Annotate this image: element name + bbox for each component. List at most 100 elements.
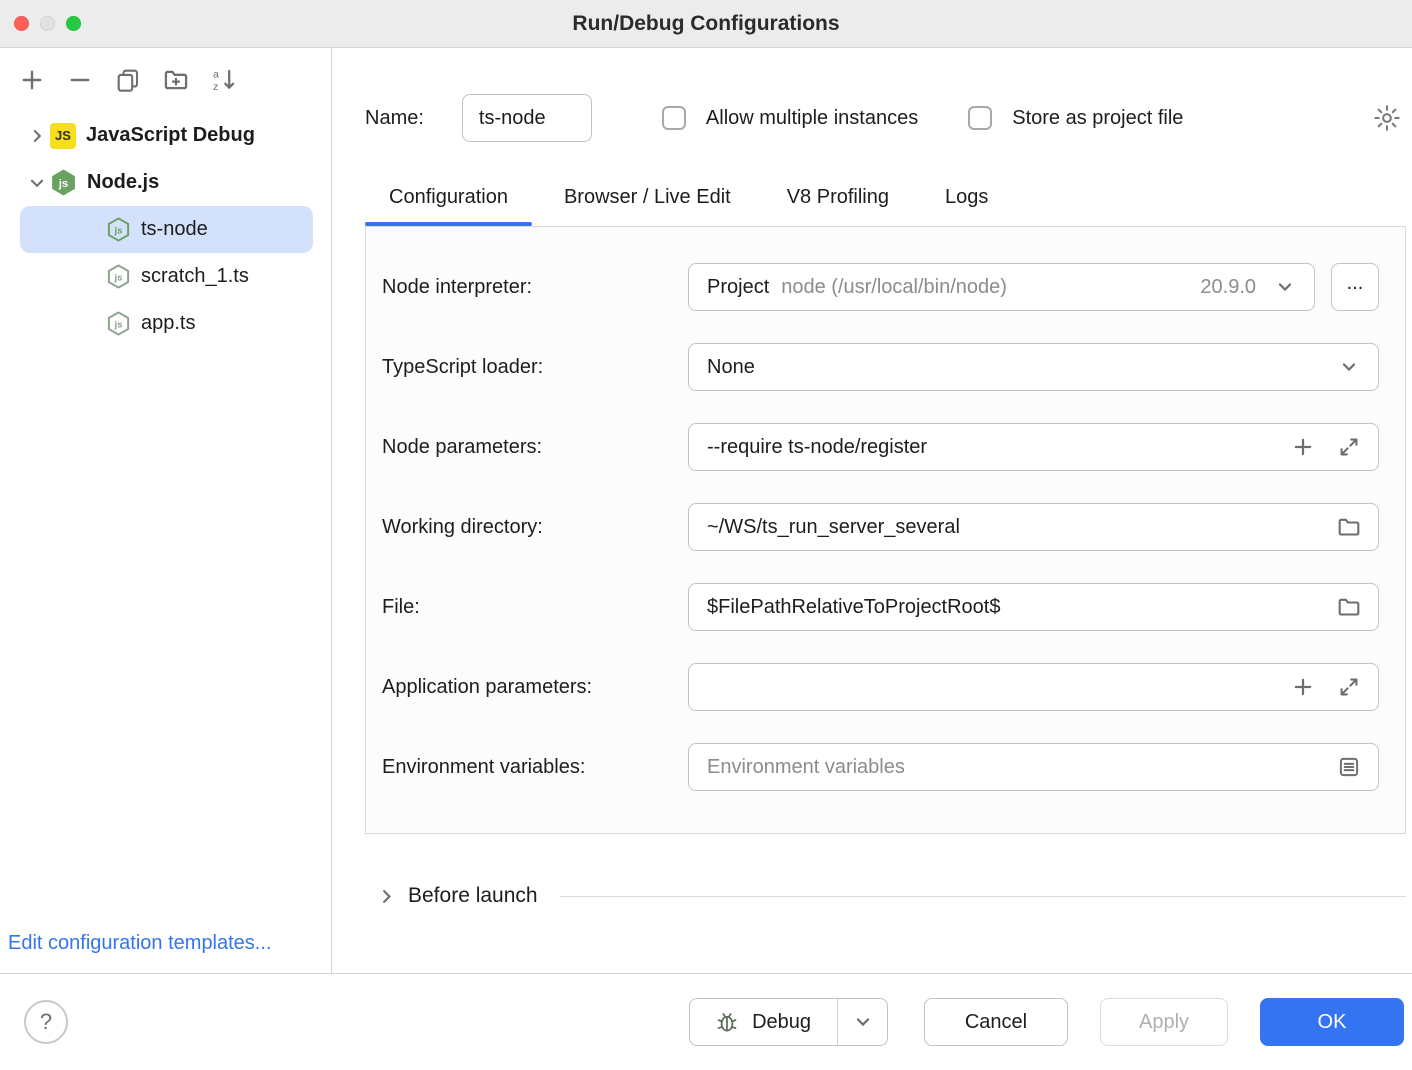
nodejs-config-icon: js <box>106 310 131 337</box>
tree-item-scratch-1-ts[interactable]: js scratch_1.ts <box>0 253 331 300</box>
file-label: File: <box>382 596 688 619</box>
edit-configuration-templates-link[interactable]: Edit configuration templates... <box>8 930 277 957</box>
expand-editor-icon[interactable] <box>1332 430 1366 464</box>
application-parameters-input[interactable] <box>688 663 1379 711</box>
minimize-button <box>40 16 55 31</box>
cancel-button[interactable]: Cancel <box>924 998 1068 1046</box>
add-configuration-button[interactable] <box>12 62 52 98</box>
file-input[interactable]: $FilePathRelativeToProjectRoot$ <box>688 583 1379 631</box>
environment-variables-field[interactable] <box>688 743 1379 791</box>
environment-variables-input[interactable] <box>707 756 1320 779</box>
sort-configurations-button[interactable]: az <box>204 62 244 98</box>
node-interpreter-path: node (/usr/local/bin/node) <box>781 276 1007 299</box>
configuration-form-panel: Node interpreter: Project node (/usr/loc… <box>365 226 1406 834</box>
new-folder-icon <box>163 67 189 93</box>
tree-item-label: app.ts <box>141 312 195 335</box>
add-macro-icon[interactable] <box>1286 430 1320 464</box>
folder-browse-icon[interactable] <box>1332 510 1366 544</box>
node-interpreter-version: 20.9.0 <box>1200 276 1256 299</box>
name-row: Name: Allow multiple instances Store as … <box>365 94 1406 142</box>
environment-variables-label: Environment variables: <box>382 756 688 779</box>
file-value: $FilePathRelativeToProjectRoot$ <box>707 596 1001 619</box>
store-as-project-file-label: Store as project file <box>1012 107 1183 130</box>
help-label: ? <box>40 1009 52 1035</box>
new-folder-button[interactable] <box>156 62 196 98</box>
svg-text:a: a <box>213 69 219 81</box>
node-parameters-value: --require ts-node/register <box>707 436 927 459</box>
node-interpreter-combobox[interactable]: Project node (/usr/local/bin/node) 20.9.… <box>688 263 1315 311</box>
chevron-down-icon[interactable] <box>1332 350 1366 384</box>
allow-multiple-instances-label: Allow multiple instances <box>706 107 918 130</box>
allow-multiple-instances-checkbox[interactable] <box>662 106 686 130</box>
nodejs-config-icon: js <box>106 263 131 290</box>
minus-icon <box>68 68 92 92</box>
name-label: Name: <box>365 107 424 130</box>
close-button[interactable] <box>14 16 29 31</box>
svg-text:js: js <box>58 178 69 190</box>
tab-logs[interactable]: Logs <box>921 186 1012 226</box>
allow-multiple-instances-option[interactable]: Allow multiple instances <box>662 106 918 130</box>
configuration-tabs: Configuration Browser / Live Edit V8 Pro… <box>365 186 1406 226</box>
remove-configuration-button[interactable] <box>60 62 100 98</box>
folder-browse-icon[interactable] <box>1332 590 1366 624</box>
dialog-footer: ? Debug Cancel Apply OK <box>0 973 1412 1070</box>
configurations-tree: JS JavaScript Debug js Node.js js <box>0 112 331 347</box>
nodejs-icon: js <box>50 168 77 197</box>
tree-item-ts-node[interactable]: js ts-node <box>20 206 313 253</box>
chevron-right-icon[interactable] <box>377 887 396 906</box>
chevron-down-icon[interactable] <box>24 174 50 192</box>
application-parameters-label: Application parameters: <box>382 676 688 699</box>
chevron-down-icon[interactable] <box>1268 270 1302 304</box>
ok-button[interactable]: OK <box>1260 998 1404 1046</box>
svg-text:js: js <box>113 225 122 236</box>
name-input[interactable] <box>462 94 592 142</box>
help-button[interactable]: ? <box>24 1000 68 1044</box>
copy-configuration-button[interactable] <box>108 62 148 98</box>
node-parameters-row: Node parameters: --require ts-node/regis… <box>382 423 1379 471</box>
typescript-loader-row: TypeScript loader: None <box>382 343 1379 391</box>
working-directory-input[interactable]: ~/WS/ts_run_server_several <box>688 503 1379 551</box>
plus-icon <box>20 68 44 92</box>
dialog-body: az JS JavaScript Debug js <box>0 48 1412 973</box>
node-interpreter-value: Project <box>707 276 769 299</box>
expand-editor-icon[interactable] <box>1332 670 1366 704</box>
run-debug-configurations-dialog: Run/Debug Configurations az <box>0 0 1412 1070</box>
tab-browser-live-edit[interactable]: Browser / Live Edit <box>540 186 755 226</box>
node-parameters-input[interactable]: --require ts-node/register <box>688 423 1379 471</box>
file-row: File: $FilePathRelativeToProjectRoot$ <box>382 583 1379 631</box>
tree-item-label: ts-node <box>141 218 208 241</box>
node-interpreter-more-button[interactable]: ... <box>1331 263 1379 311</box>
debug-button[interactable]: Debug <box>690 999 837 1045</box>
chevron-right-icon[interactable] <box>24 127 50 145</box>
svg-text:js: js <box>113 272 122 283</box>
debug-button-label: Debug <box>752 1011 811 1034</box>
working-directory-row: Working directory: ~/WS/ts_run_server_se… <box>382 503 1379 551</box>
window-title: Run/Debug Configurations <box>572 12 839 36</box>
working-directory-label: Working directory: <box>382 516 688 539</box>
configurations-sidebar: az JS JavaScript Debug js <box>0 48 332 973</box>
tree-item-javascript-debug[interactable]: JS JavaScript Debug <box>0 112 331 159</box>
tree-item-app-ts[interactable]: js app.ts <box>0 300 331 347</box>
debug-split-button: Debug <box>689 998 888 1046</box>
tab-configuration[interactable]: Configuration <box>365 186 532 226</box>
store-as-project-file-option[interactable]: Store as project file <box>968 106 1183 130</box>
before-launch-label: Before launch <box>408 884 538 908</box>
node-parameters-label: Node parameters: <box>382 436 688 459</box>
chevron-down-icon <box>853 1012 873 1032</box>
add-macro-icon[interactable] <box>1286 670 1320 704</box>
typescript-loader-label: TypeScript loader: <box>382 356 688 379</box>
typescript-loader-dropdown[interactable]: None <box>688 343 1379 391</box>
typescript-loader-value: None <box>707 356 755 379</box>
environment-variables-row: Environment variables: <box>382 743 1379 791</box>
edit-variables-icon[interactable] <box>1332 750 1366 784</box>
debug-options-chevron[interactable] <box>837 999 887 1045</box>
tree-item-nodejs[interactable]: js Node.js <box>0 159 331 206</box>
bug-icon <box>714 1009 740 1035</box>
store-settings-gear-button[interactable] <box>1372 103 1402 133</box>
configuration-editor: Name: Allow multiple instances Store as … <box>332 48 1412 973</box>
zoom-button[interactable] <box>66 16 81 31</box>
before-launch-section[interactable]: Before launch <box>365 884 1406 908</box>
tab-v8-profiling[interactable]: V8 Profiling <box>763 186 913 226</box>
node-interpreter-row: Node interpreter: Project node (/usr/loc… <box>382 263 1379 311</box>
store-as-project-file-checkbox[interactable] <box>968 106 992 130</box>
